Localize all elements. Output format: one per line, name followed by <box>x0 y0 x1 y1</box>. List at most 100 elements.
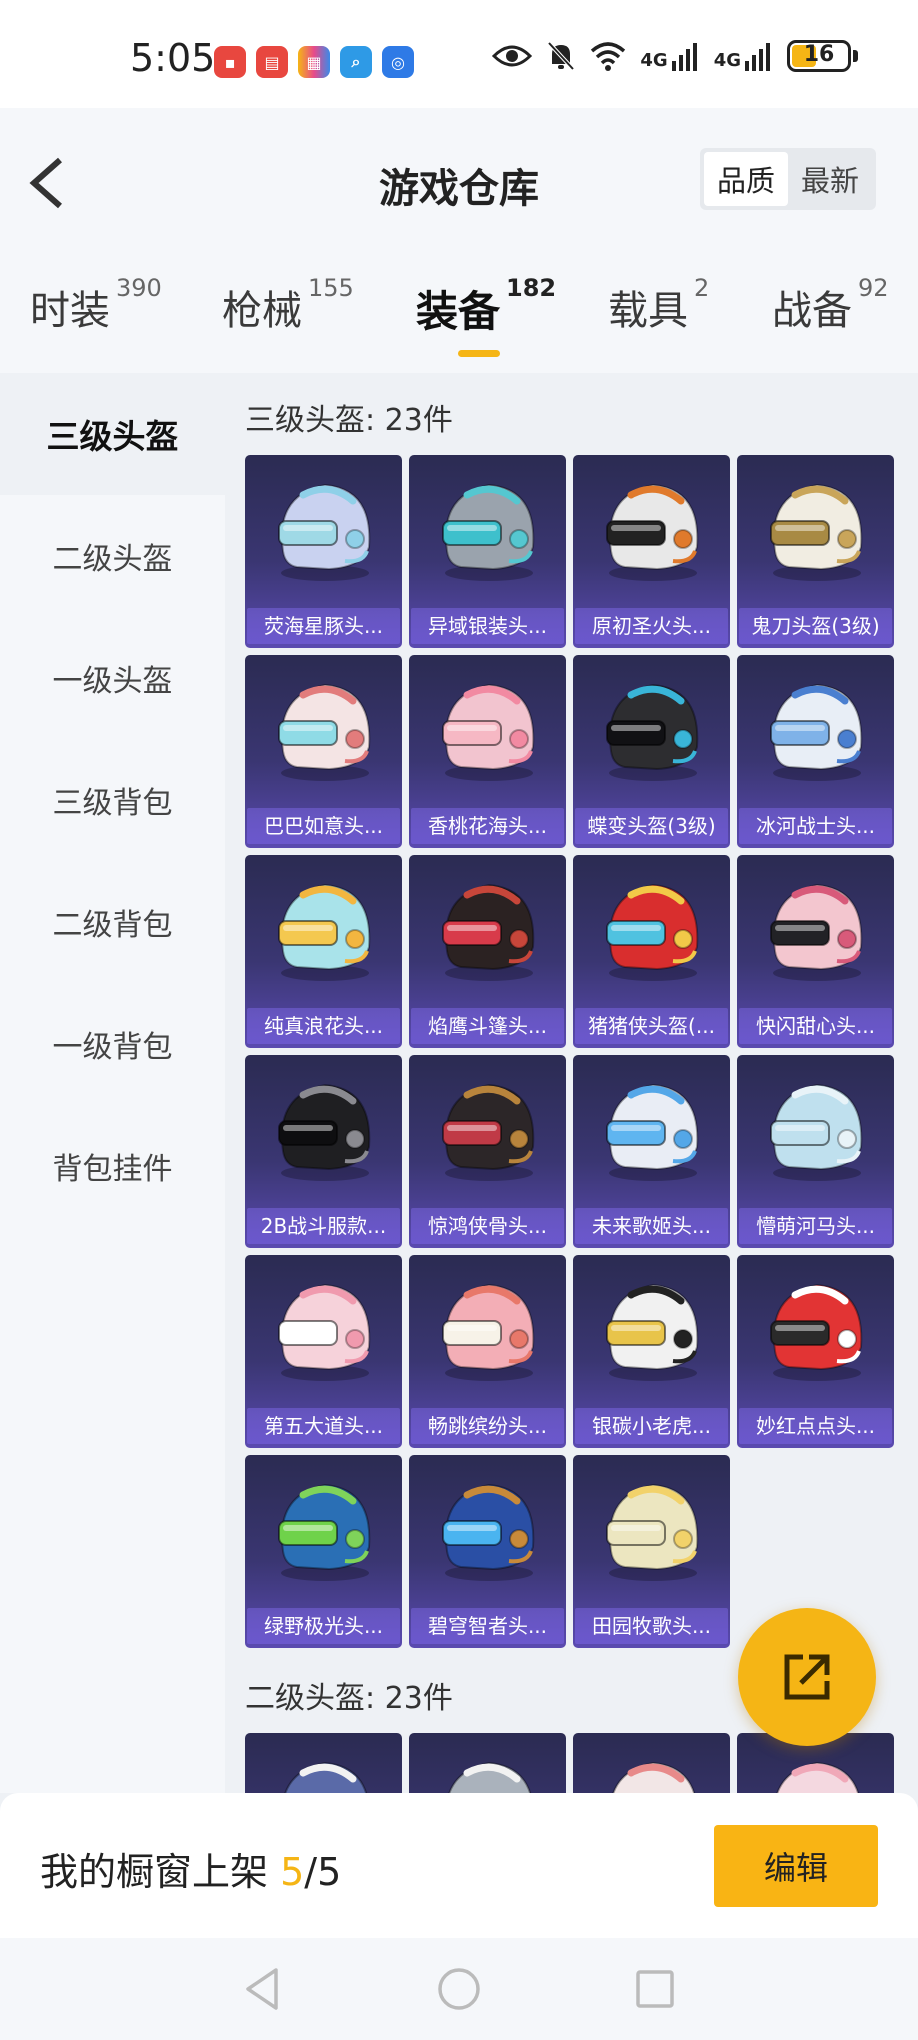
item-card[interactable]: 异域银装头... <box>409 455 566 648</box>
sidebar-item-level2-helmet[interactable]: 二级头盔 <box>0 495 225 617</box>
tab-combat-gear[interactable]: 战备 92 <box>772 274 889 368</box>
sidebar-item-level1-backpack[interactable]: 一级背包 <box>0 983 225 1105</box>
helmet-icon <box>612 1761 696 1793</box>
square-recent-icon <box>636 1970 674 2008</box>
nav-recent-button[interactable] <box>630 1964 680 2014</box>
battery-icon: 16 <box>787 40 851 72</box>
showcase-total: 5 <box>317 1850 342 1894</box>
signal-1-label: 4G <box>640 50 668 71</box>
item-image <box>245 455 402 603</box>
sort-newest-button[interactable]: 最新 <box>788 152 872 206</box>
sort-quality-button[interactable]: 品质 <box>704 152 788 206</box>
search-app-icon: ⌕ <box>340 46 372 78</box>
status-indicators: 4G 4G 16 <box>492 40 858 72</box>
item-card[interactable]: 冰河战士头... <box>737 655 894 848</box>
item-image <box>245 855 402 1003</box>
helmet-icon <box>278 1283 371 1381</box>
notification-icons: ▪ ▤ ▦ ⌕ ◎ <box>214 46 414 78</box>
share-button[interactable] <box>738 1608 876 1746</box>
nav-home-button[interactable] <box>434 1964 484 2014</box>
item-name: 碧穹智者头... <box>411 1608 564 1644</box>
item-card[interactable]: 第五大道头... <box>245 1255 402 1448</box>
section-title: 三级头盔: 23件 <box>245 403 453 438</box>
item-card[interactable]: 惊鸿侠骨头... <box>409 1055 566 1248</box>
triangle-back-icon <box>246 1968 278 2010</box>
item-name: 焰鹰斗篷头... <box>411 1008 564 1044</box>
category-tabs: 时装 390 枪械 155 装备 182 载具 2 战备 92 <box>0 274 918 373</box>
item-card[interactable]: 鬼刀头盔(3级) <box>737 455 894 648</box>
eye-icon <box>492 45 533 67</box>
header: 游戏仓库 品质 最新 时装 390 枪械 155 装备 182 载具 2 战备 92 <box>0 108 918 373</box>
item-name: 未来歌姬头... <box>575 1208 728 1244</box>
showcase-status: 我的橱窗上架 5/5 <box>40 1841 341 1896</box>
helmet-icon <box>442 883 535 981</box>
sidebar-item-backpack-charm[interactable]: 背包挂件 <box>0 1105 225 1227</box>
item-image <box>409 1455 566 1603</box>
sidebar-item-level3-helmet[interactable]: 三级头盔 <box>0 373 225 495</box>
helmet-icon <box>770 883 863 981</box>
sidebar: 三级头盔 二级头盔 一级头盔 三级背包 二级背包 一级背包 背包挂件 <box>0 373 225 1793</box>
item-card[interactable]: 畅跳缤纷头... <box>409 1255 566 1448</box>
sidebar-item-level3-backpack[interactable]: 三级背包 <box>0 739 225 861</box>
item-card[interactable]: 碧穹智者头... <box>409 1455 566 1648</box>
tab-label: 装备 <box>416 287 501 336</box>
item-card[interactable]: 巴巴如意头... <box>245 655 402 848</box>
item-name: 巴巴如意头... <box>247 808 400 844</box>
item-image <box>737 655 894 803</box>
item-name: 冰河战士头... <box>739 808 892 844</box>
item-name: 香桃花海头... <box>411 808 564 844</box>
signal-bars-icon <box>671 43 697 71</box>
edit-button[interactable]: 编辑 <box>714 1825 878 1907</box>
item-list[interactable]: 三级头盔: 23件 荧海星豚头... 异域银装头... 原初圣火头... 鬼刀头盔(3… <box>225 373 918 1793</box>
helmet-icon <box>442 1083 535 1181</box>
helmet-icon <box>442 1283 535 1381</box>
helmet-icon <box>606 1283 699 1381</box>
item-name: 懵萌河马头... <box>739 1208 892 1244</box>
item-card[interactable]: 纯真浪花头... <box>245 855 402 1048</box>
item-card[interactable]: 银碳小老虎... <box>573 1255 730 1448</box>
item-card[interactable] <box>245 1733 402 1793</box>
tab-count: 155 <box>308 274 354 302</box>
item-card[interactable]: 未来歌姬头... <box>573 1055 730 1248</box>
item-card[interactable]: 懵萌河马头... <box>737 1055 894 1248</box>
item-card[interactable]: 绿野极光头... <box>245 1455 402 1648</box>
item-image <box>245 1733 402 1793</box>
tab-label: 时装 <box>30 288 110 334</box>
item-image <box>573 655 730 803</box>
helmet-icon <box>278 483 371 581</box>
item-card[interactable]: 猪猪侠头盔(... <box>573 855 730 1048</box>
section-title: 二级头盔: 23件 <box>245 1681 453 1716</box>
tab-count: 182 <box>506 274 557 302</box>
share-icon <box>784 1654 830 1700</box>
item-card[interactable]: 蝶变头盔(3级) <box>573 655 730 848</box>
sidebar-item-level1-helmet[interactable]: 一级头盔 <box>0 617 225 739</box>
item-card[interactable]: 香桃花海头... <box>409 655 566 848</box>
item-card[interactable]: 荧海星豚头... <box>245 455 402 648</box>
item-name: 第五大道头... <box>247 1408 400 1444</box>
nav-back-button[interactable] <box>238 1964 288 2014</box>
item-name: 惊鸿侠骨头... <box>411 1208 564 1244</box>
status-bar: 5:05 ▪ ▤ ▦ ⌕ ◎ 4G 4G 16 <box>0 0 918 108</box>
item-card[interactable] <box>573 1733 730 1793</box>
item-card[interactable]: 原初圣火头... <box>573 455 730 648</box>
showcase-label: 我的橱窗上架 <box>40 1850 269 1894</box>
item-card[interactable]: 快闪甜心头... <box>737 855 894 1048</box>
item-card[interactable] <box>409 1733 566 1793</box>
item-image <box>409 1733 566 1793</box>
tab-fashion[interactable]: 时装 390 <box>30 274 162 368</box>
tab-label: 战备 <box>772 288 852 334</box>
tab-vehicles[interactable]: 载具 2 <box>608 274 709 368</box>
item-card[interactable]: 妙红点点头... <box>737 1255 894 1448</box>
bulb-app-icon: ◎ <box>382 46 414 78</box>
item-card[interactable]: 田园牧歌头... <box>573 1455 730 1648</box>
signal-2: 4G <box>714 41 773 71</box>
sidebar-item-level2-backpack[interactable]: 二级背包 <box>0 861 225 983</box>
item-image <box>573 1255 730 1403</box>
item-card[interactable]: 焰鹰斗篷头... <box>409 855 566 1048</box>
item-image <box>737 1255 894 1403</box>
item-image <box>573 455 730 603</box>
item-name: 猪猪侠头盔(... <box>575 1008 728 1044</box>
item-card[interactable]: 2B战斗服款... <box>245 1055 402 1248</box>
tab-firearms[interactable]: 枪械 155 <box>222 274 354 368</box>
item-name: 鬼刀头盔(3级) <box>739 608 892 644</box>
